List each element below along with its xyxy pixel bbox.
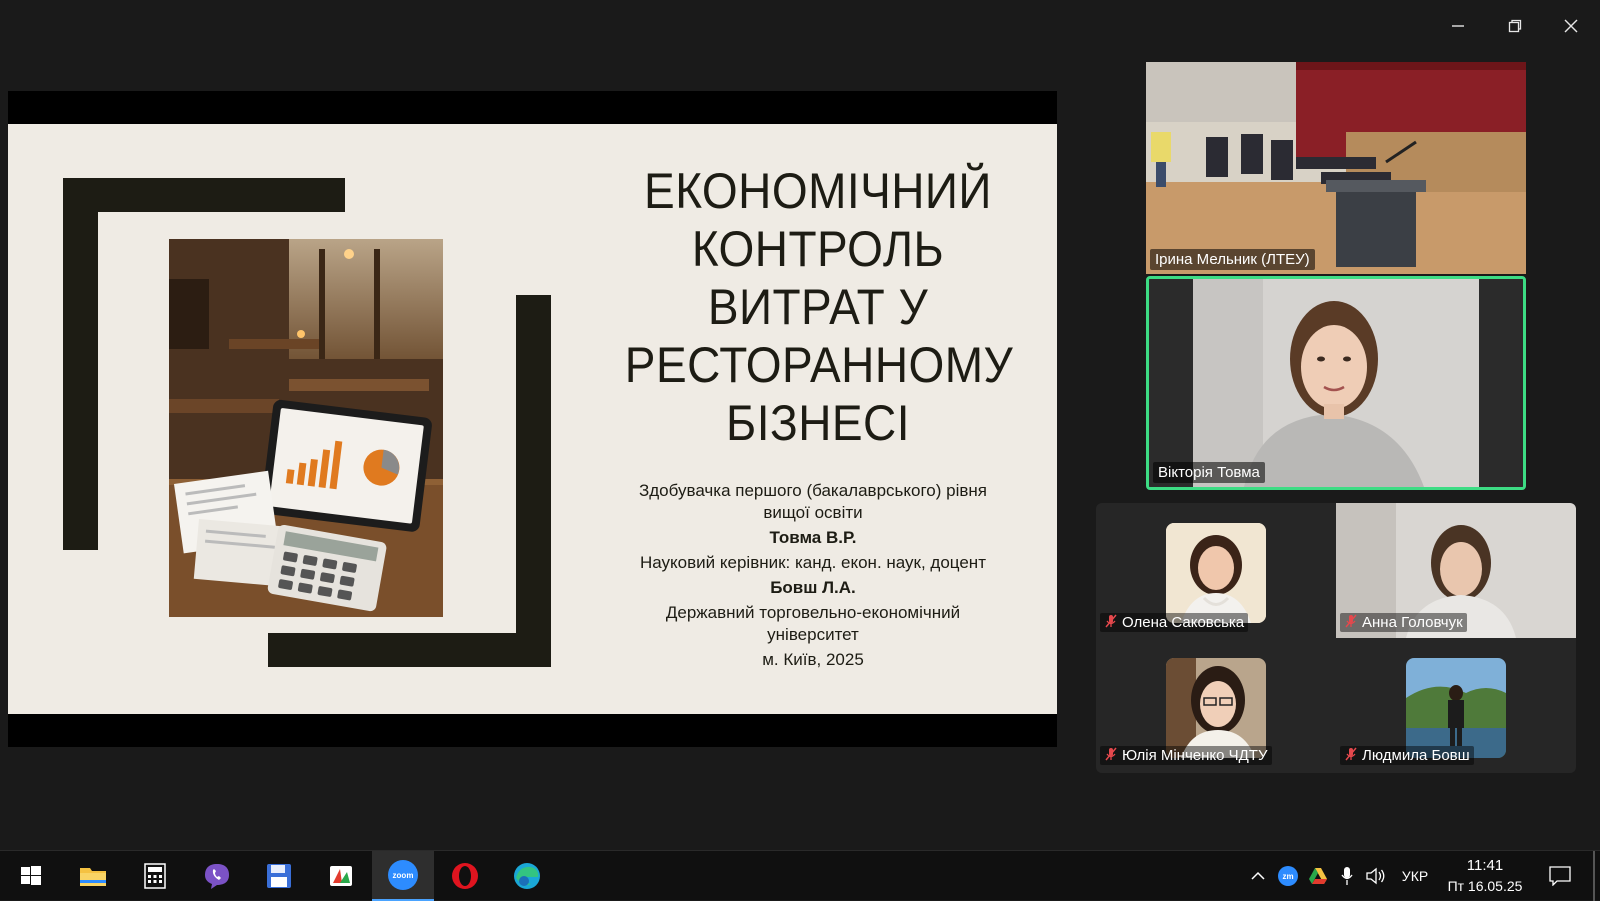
decor-bar [63,178,98,550]
participant-label: Анна Головчук [1340,613,1467,632]
slide-supervisor: Бовш Л.А. [770,578,856,597]
gallery-tile[interactable]: Людмила Бовш [1336,638,1576,773]
gallery-tile[interactable]: Анна Головчук [1336,503,1576,638]
clock[interactable]: 11:41 Пт 16.05.25 [1440,851,1530,901]
notification-icon[interactable] [1540,851,1580,901]
participant-name: Олена Саковська [1122,614,1245,631]
close-icon[interactable] [1553,12,1589,40]
edge-icon[interactable] [496,851,558,901]
gallery-tile[interactable]: Юлія Мінченко ЧДТУ [1096,638,1336,773]
slide-title-line: БІЗНЕСІ [726,395,910,451]
slide-text-line: м. Київ, 2025 [762,650,864,669]
restore-icon[interactable] [1497,12,1533,40]
participant-name: Вікторія Товма [1153,462,1265,483]
slide-author: Товма В.Р. [769,528,857,547]
decor-bar [268,633,551,667]
file-explorer-icon[interactable] [62,851,124,901]
slide-title: ЕКОНОМІЧНИЙ КОНТРОЛЬ ВИТРАТ У РЕСТОРАННО… [624,162,1014,452]
zoom-icon[interactable]: zoom [372,851,434,901]
clock-date: Пт 16.05.25 [1447,878,1523,894]
gallery-tile[interactable]: Олена Саковська [1096,503,1336,638]
show-desktop-button[interactable] [1593,851,1595,901]
participant-label: Олена Саковська [1100,613,1249,632]
windows-start-icon[interactable] [0,851,62,901]
avatar [1166,523,1266,623]
slide-title-line: КОНТРОЛЬ [691,221,945,277]
chevron-up-icon[interactable] [1245,851,1271,901]
avatar [1406,658,1506,758]
participant-name: Людмила Бовш [1362,747,1470,764]
slide-title-line: РЕСТОРАННОМУ [624,337,1014,393]
opera-icon[interactable] [434,851,496,901]
minimize-icon[interactable] [1440,12,1476,40]
mic-muted-icon [1104,747,1118,764]
zoom-tray-icon[interactable]: zm [1274,851,1302,901]
zoom-icon-label: zoom [392,870,414,880]
shared-screen: ЕКОНОМІЧНИЙ КОНТРОЛЬ ВИТРАТ У РЕСТОРАННО… [8,91,1057,747]
decor-bar [63,178,345,212]
viber-icon[interactable] [186,851,248,901]
presentation-app-icon[interactable] [310,851,372,901]
slide-text-line: вищої освіти [763,503,863,522]
presentation-slide: ЕКОНОМІЧНИЙ КОНТРОЛЬ ВИТРАТ У РЕСТОРАННО… [8,124,1057,714]
participant-label: Людмила Бовш [1340,746,1474,765]
participant-name: Ірина Мельник (ЛТЕУ) [1150,249,1315,270]
clock-time: 11:41 [1466,857,1504,874]
drive-tray-icon[interactable] [1304,851,1332,901]
video-tile-active-speaker[interactable]: Вікторія Товма [1146,276,1526,490]
save-icon[interactable] [248,851,310,901]
language-indicator[interactable]: УКР [1395,851,1435,901]
slide-text-line: Державний торговельно-економічний [665,603,961,622]
slide-text-line: університет [767,625,859,644]
slide-title-line: ВИТРАТ У [707,279,929,335]
slide-text-line: Науковий керівник: канд. екон. наук, доц… [640,553,986,572]
avatar [1166,658,1266,758]
participants-gallery: Олена Саковська Анна Головчук Юлія Мінче… [1096,503,1576,773]
decor-bar [516,295,551,667]
video-tile-top[interactable]: Ірина Мельник (ЛТЕУ) [1146,62,1526,274]
participant-name: Юлія Мінченко ЧДТУ [1122,747,1268,764]
zoom-meeting-window: ЕКОНОМІЧНИЙ КОНТРОЛЬ ВИТРАТ У РЕСТОРАННО… [0,0,1600,850]
calculator-icon[interactable] [124,851,186,901]
taskbar: zoom zm УКР 11:41 Пт 16.05.25 [0,850,1600,901]
slide-subtitle: Здобувачка першого (бакалаврського) рівн… [623,480,1003,671]
slide-photo [169,239,443,617]
slide-text-line: Здобувачка першого (бакалаврського) рівн… [638,481,988,500]
microphone-icon[interactable] [1334,851,1360,901]
slide-title-line: ЕКОНОМІЧНИЙ [644,163,992,219]
volume-icon[interactable] [1362,851,1390,901]
mic-muted-icon [1344,747,1358,764]
mic-muted-icon [1104,614,1118,631]
participant-label: Юлія Мінченко ЧДТУ [1100,746,1272,765]
participant-name: Анна Головчук [1362,614,1463,631]
svg-text:zm: zm [1282,872,1293,881]
mic-muted-icon [1344,614,1358,631]
